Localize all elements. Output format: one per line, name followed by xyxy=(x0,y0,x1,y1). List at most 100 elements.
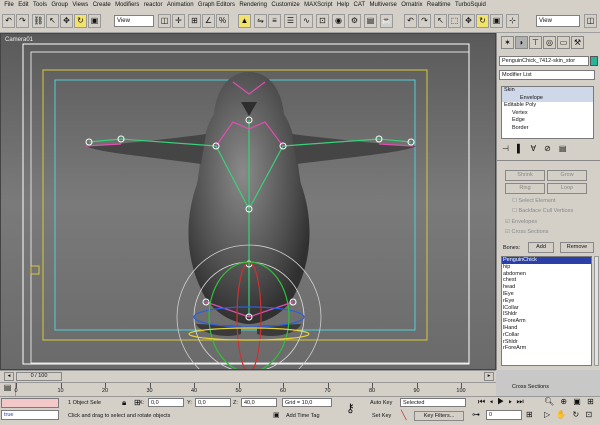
motion-tab-icon[interactable]: ◎ xyxy=(543,36,556,49)
bone-item[interactable]: chest xyxy=(502,277,591,284)
bone-item[interactable]: abdomen xyxy=(502,271,591,278)
menu-create[interactable]: Create xyxy=(91,0,113,11)
stack-item-editable-poly[interactable]: Editable Poly xyxy=(502,102,593,110)
menu-maxscript[interactable]: MAXScript xyxy=(302,0,335,11)
undo-icon-2[interactable]: ↶ xyxy=(404,14,417,28)
link-icon[interactable]: ⛓ xyxy=(32,14,45,28)
reference-coordinate-dropdown-2[interactable]: View xyxy=(536,15,580,27)
named-selection-icon[interactable]: ▲ xyxy=(238,14,251,28)
menu-tools[interactable]: Tools xyxy=(31,0,49,11)
bone-item[interactable]: rForeArm xyxy=(502,345,591,352)
redo-icon-2[interactable]: ↷ xyxy=(418,14,431,28)
stack-item-edge[interactable]: Edge xyxy=(502,117,593,125)
select-rotate-icon[interactable]: ↻ xyxy=(74,14,87,28)
bones-list-scrollbar[interactable] xyxy=(594,256,599,366)
mirror-icon[interactable]: ⇋ xyxy=(254,14,267,28)
bone-item[interactable]: rCollar xyxy=(502,332,591,339)
rotate-icon-2[interactable]: ↻ xyxy=(476,14,489,28)
menu-reactor[interactable]: reactor xyxy=(142,0,165,11)
bone-item[interactable]: PenguinChick xyxy=(502,257,591,264)
bone-item[interactable]: rShldr xyxy=(502,339,591,346)
quick-render-icon[interactable]: ☕ xyxy=(380,14,393,28)
scale-icon-2[interactable]: ▣ xyxy=(490,14,503,28)
maxscript-listener[interactable] xyxy=(1,398,59,408)
select-icon-2[interactable]: ↖ xyxy=(434,14,447,28)
menu-help[interactable]: Help xyxy=(335,0,352,11)
stack-item-vertex[interactable]: Vertex xyxy=(502,110,593,118)
reference-coordinate-dropdown[interactable]: View xyxy=(114,15,154,27)
render-setup-icon[interactable]: ⚙ xyxy=(348,14,361,28)
manipulate-icon-2[interactable]: ⊹ xyxy=(506,14,519,28)
viewport-label[interactable]: Camera01 xyxy=(5,37,33,43)
maxscript-output[interactable]: true xyxy=(1,410,59,420)
z-coordinate-field[interactable]: 40,0 xyxy=(241,398,277,407)
key-selection-dropdown[interactable]: Selected xyxy=(400,398,466,407)
menu-multiverse[interactable]: Multiverse xyxy=(367,0,399,11)
time-tag-icon[interactable]: ▣ xyxy=(273,411,280,419)
object-color-swatch[interactable] xyxy=(590,56,598,66)
bone-item[interactable]: head xyxy=(502,284,591,291)
curve-editor-icon[interactable]: ∿ xyxy=(300,14,313,28)
time-slider-thumb[interactable]: 0 / 100 xyxy=(16,372,62,381)
prev-frame-icon[interactable]: ◂ xyxy=(4,372,14,381)
menu-graph-editors[interactable]: Graph Editors xyxy=(196,0,237,11)
stack-item-envelope[interactable]: Envelope xyxy=(502,94,593,103)
current-frame-field[interactable]: 0 xyxy=(486,410,522,420)
viewport-nav-row1[interactable]: 🔍︎ ⊕ ▣ ⊞ xyxy=(544,397,596,406)
object-name-field[interactable]: PenguinChick_7412-skin_stor xyxy=(499,56,589,66)
layer-manager-icon[interactable]: ☰ xyxy=(284,14,297,28)
cross-sections-rollout[interactable]: Cross Sections xyxy=(512,384,549,390)
bone-item[interactable]: rEye xyxy=(502,298,591,305)
snaps-toggle-icon[interactable]: ⊞ xyxy=(188,14,201,28)
select-object-icon[interactable]: ↖ xyxy=(46,14,59,28)
stack-item-skin[interactable]: Skin xyxy=(502,87,593,95)
pin-stack-icon[interactable]: ⊣ xyxy=(502,144,509,157)
track-bar[interactable]: ▤ 0 10 20 30 40 50 60 70 80 90 100 xyxy=(0,382,496,396)
align-icon[interactable]: ≡ xyxy=(268,14,281,28)
cross-sections-checkbox[interactable]: ☑ Cross Sections xyxy=(505,229,548,235)
selection-lock-icon[interactable]: 🔒︎ xyxy=(122,398,126,408)
utilities-tab-icon[interactable]: ⚒ xyxy=(571,36,584,49)
make-unique-icon[interactable]: ∀ xyxy=(531,144,536,157)
set-key-icon[interactable]: ⚷ xyxy=(346,401,355,415)
bone-item[interactable]: lEye xyxy=(502,291,591,298)
hierarchy-tab-icon[interactable]: ⊤ xyxy=(529,36,542,49)
angle-snap-icon[interactable]: ∠ xyxy=(202,14,215,28)
menu-edit[interactable]: Edit xyxy=(16,0,31,11)
menu-ornatrix[interactable]: Ornatrix xyxy=(399,0,425,11)
menu-rendering[interactable]: Rendering xyxy=(237,0,269,11)
envelopes-checkbox[interactable]: ☑ Envelopes xyxy=(505,219,537,225)
add-time-tag[interactable]: Add Time Tag xyxy=(286,413,320,419)
menu-modifiers[interactable]: Modifiers xyxy=(113,0,142,11)
bone-item[interactable]: lShldr xyxy=(502,311,591,318)
time-slider[interactable]: ◂ 0 / 100 ▸ xyxy=(0,370,496,382)
menu-group[interactable]: Group xyxy=(49,0,70,11)
menu-realtime[interactable]: Realtime xyxy=(425,0,453,11)
modify-tab-icon[interactable]: ◗ xyxy=(515,36,528,49)
next-frame-icon[interactable]: ▸ xyxy=(484,372,494,381)
bone-item[interactable]: lForeArm xyxy=(502,318,591,325)
key-mode-icon[interactable]: ╲ xyxy=(401,410,406,421)
menu-views[interactable]: Views xyxy=(70,0,90,11)
configure-sets-icon[interactable]: ▤ xyxy=(559,144,567,157)
add-bone-button[interactable]: Add xyxy=(528,242,554,253)
menu-customize[interactable]: Customize xyxy=(269,0,302,11)
backface-cull-checkbox[interactable]: ☐ Backface Cull Vertices xyxy=(512,208,573,214)
pivot-icon-2[interactable]: ◫ xyxy=(584,14,597,28)
x-coordinate-field[interactable]: 0,0 xyxy=(148,398,184,407)
modifier-list-dropdown[interactable]: Modifier List xyxy=(499,70,595,80)
y-coordinate-field[interactable]: 0,0 xyxy=(195,398,231,407)
key-mode-toggle-icon[interactable]: ⊶ xyxy=(472,410,480,419)
remove-modifier-icon[interactable]: ⊘ xyxy=(544,144,551,157)
stack-item-border[interactable]: Border xyxy=(502,125,593,133)
display-tab-icon[interactable]: ▭ xyxy=(557,36,570,49)
render-frame-icon[interactable]: ▤ xyxy=(364,14,377,28)
bone-item[interactable]: lHand xyxy=(502,325,591,332)
menu-turbosquid[interactable]: TurboSquid xyxy=(453,0,488,11)
grow-button[interactable]: Grow xyxy=(547,170,587,181)
menu-cat[interactable]: CAT xyxy=(351,0,367,11)
bone-item[interactable]: hip xyxy=(502,264,591,271)
shrink-button[interactable]: Shrink xyxy=(505,170,545,181)
select-element-checkbox[interactable]: ☐ Select Element xyxy=(512,198,555,204)
select-manipulate-icon[interactable]: ✛ xyxy=(172,14,185,28)
